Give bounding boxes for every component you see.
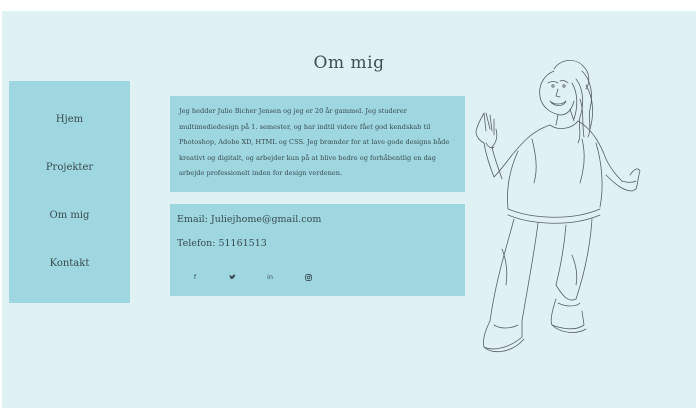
nav-item-hjem[interactable]: Hjem bbox=[9, 114, 130, 125]
facebook-icon[interactable]: f bbox=[187, 271, 203, 283]
nav-item-projekter[interactable]: Projekter bbox=[9, 162, 130, 173]
linkedin-icon[interactable]: in bbox=[262, 271, 278, 283]
person-illustration bbox=[472, 59, 642, 373]
about-panel: Jeg hedder Julie Bicher Jensen og jeg er… bbox=[170, 96, 465, 192]
nav-item-om-mig[interactable]: Om mig bbox=[9, 210, 130, 221]
page-background: Om mig Hjem Projekter Om mig Kontakt Jeg… bbox=[2, 11, 696, 408]
nav-item-kontakt[interactable]: Kontakt bbox=[9, 258, 130, 269]
contact-panel: Email: Juliejhome@gmail.com Telefon: 511… bbox=[170, 204, 465, 296]
about-text: Jeg hedder Julie Bicher Jensen og jeg er… bbox=[179, 107, 450, 177]
contact-phone: Telefon: 51161513 bbox=[177, 238, 267, 249]
contact-email: Email: Juliejhome@gmail.com bbox=[177, 214, 322, 225]
sidebar-nav: Hjem Projekter Om mig Kontakt bbox=[9, 81, 130, 303]
instagram-icon[interactable] bbox=[300, 271, 316, 283]
twitter-icon[interactable] bbox=[224, 271, 240, 283]
